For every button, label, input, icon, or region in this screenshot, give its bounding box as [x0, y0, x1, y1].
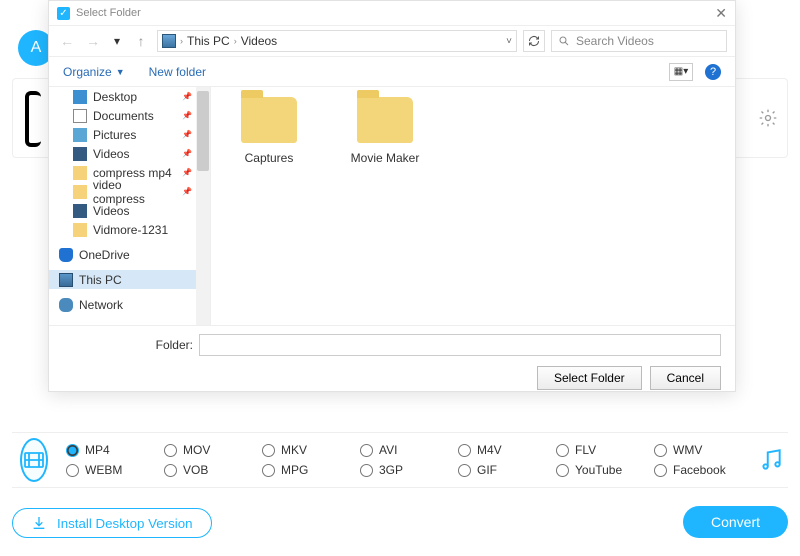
pin-icon: 📌: [182, 130, 192, 139]
tree-item[interactable]: Documents📌: [49, 106, 210, 125]
download-icon: [31, 515, 47, 531]
pic-icon: [73, 128, 87, 142]
tree-root-item[interactable]: OneDrive: [49, 245, 210, 264]
folder-name-input[interactable]: [199, 334, 721, 356]
format-option[interactable]: MPG: [262, 463, 348, 477]
gear-icon[interactable]: [758, 108, 778, 128]
breadcrumb[interactable]: › This PC › Videos ˅: [157, 30, 517, 52]
format-option[interactable]: FLV: [556, 443, 642, 457]
install-label: Install Desktop Version: [57, 516, 193, 531]
drive-icon: [162, 34, 176, 48]
close-icon[interactable]: ✕: [715, 5, 727, 22]
desktop-icon: [73, 90, 87, 104]
pin-icon: 📌: [182, 111, 192, 120]
format-options: MP4 MOV MKV AVI M4V FLV WMV WEBM VOB MPG 3GP GIF You…: [66, 443, 740, 477]
tree-root-item[interactable]: Network: [49, 295, 210, 314]
folder-icon: [241, 97, 297, 143]
doc-icon: [73, 109, 87, 123]
format-option[interactable]: M4V: [458, 443, 544, 457]
folder-item[interactable]: Captures: [229, 97, 309, 165]
vid-icon: [73, 204, 87, 218]
cancel-button[interactable]: Cancel: [650, 366, 721, 390]
pin-icon: 📌: [182, 149, 192, 158]
format-option[interactable]: AVI: [360, 443, 446, 457]
tree-item[interactable]: Vidmore-1231: [49, 220, 210, 239]
tree-item[interactable]: Videos📌: [49, 144, 210, 163]
folder-tree: Desktop📌Documents📌Pictures📌Videos📌compre…: [49, 87, 211, 325]
pc-icon: [59, 273, 73, 287]
pin-icon: 📌: [182, 168, 192, 177]
organize-menu[interactable]: Organize ▼: [63, 65, 125, 79]
tree-item[interactable]: Desktop📌: [49, 87, 210, 106]
format-option[interactable]: VOB: [164, 463, 250, 477]
tree-root-item[interactable]: This PC: [49, 270, 210, 289]
new-folder-button[interactable]: New folder: [149, 65, 206, 79]
dialog-title: Select Folder: [76, 7, 141, 19]
vid-icon: [73, 147, 87, 161]
nav-forward-icon: →: [83, 33, 103, 49]
breadcrumb-root[interactable]: This PC: [187, 34, 230, 48]
tree-item[interactable]: video compress📌: [49, 182, 210, 201]
format-option[interactable]: WEBM: [66, 463, 152, 477]
select-folder-dialog: ✓ Select Folder ✕ ← → ▾ ↑ › This PC › Vi…: [48, 0, 736, 392]
convert-button[interactable]: Convert: [683, 506, 788, 538]
view-mode-button[interactable]: ▦ ▾: [669, 63, 693, 81]
search-icon: [558, 35, 570, 47]
app-icon: ✓: [57, 7, 70, 20]
refresh-button[interactable]: [523, 30, 545, 52]
od-icon: [59, 248, 73, 262]
nav-back-icon: ←: [57, 33, 77, 49]
fold-icon: [73, 185, 87, 199]
format-option[interactable]: WMV: [654, 443, 740, 457]
format-option[interactable]: YouTube: [556, 463, 642, 477]
format-option[interactable]: MP4: [66, 443, 152, 457]
pin-icon: 📌: [182, 92, 192, 101]
install-desktop-button[interactable]: Install Desktop Version: [12, 508, 212, 538]
chevron-down-icon[interactable]: ˅: [506, 36, 512, 47]
fold2-icon: [73, 223, 87, 237]
search-input[interactable]: Search Videos: [551, 30, 727, 52]
net-icon: [59, 298, 73, 312]
tree-scrollbar[interactable]: [196, 87, 210, 325]
format-option[interactable]: Facebook: [654, 463, 740, 477]
nav-up-icon[interactable]: ↑: [131, 33, 151, 49]
help-icon[interactable]: ?: [705, 64, 721, 80]
fold-icon: [73, 166, 87, 180]
tree-item[interactable]: Pictures📌: [49, 125, 210, 144]
search-placeholder: Search Videos: [576, 34, 654, 48]
format-option[interactable]: 3GP: [360, 463, 446, 477]
folder-grid: Captures Movie Maker: [211, 87, 735, 325]
select-folder-button[interactable]: Select Folder: [537, 366, 642, 390]
nav-history-dropdown[interactable]: ▾: [109, 34, 125, 48]
music-icon[interactable]: [746, 447, 796, 473]
format-option[interactable]: MOV: [164, 443, 250, 457]
folder-field-label: Folder:: [63, 338, 193, 352]
video-format-icon: [20, 438, 48, 482]
folder-icon: [357, 97, 413, 143]
folder-item[interactable]: Movie Maker: [345, 97, 425, 165]
format-option[interactable]: MKV: [262, 443, 348, 457]
breadcrumb-current[interactable]: Videos: [241, 34, 277, 48]
pin-icon: 📌: [182, 187, 192, 196]
format-option[interactable]: GIF: [458, 463, 544, 477]
